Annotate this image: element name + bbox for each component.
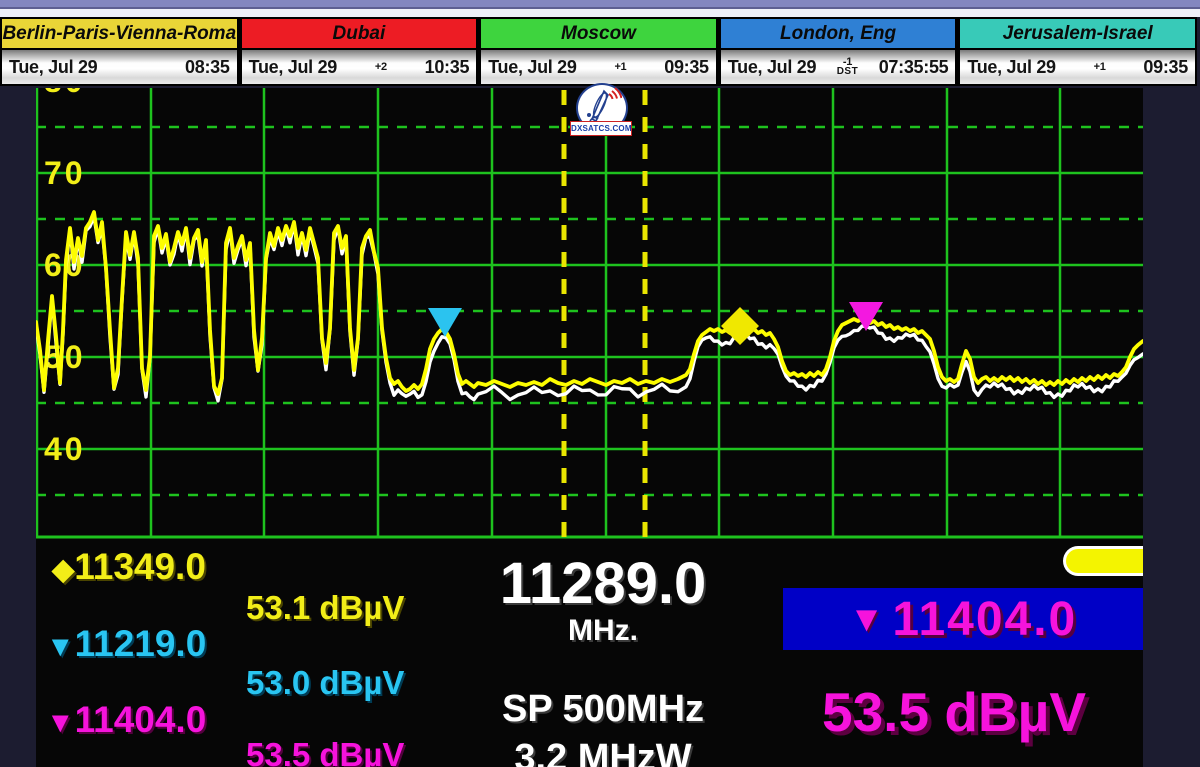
- clock-date-time: Tue, Jul 29 +2 10:35: [242, 50, 477, 84]
- clock-utc-offset: +1: [614, 62, 626, 72]
- clock-date: Tue, Jul 29: [967, 57, 1055, 78]
- marker-freq: 11349.0: [74, 546, 206, 587]
- reference-trace-white: [36, 217, 1143, 401]
- window-top-bar-light: [0, 9, 1200, 17]
- triangle-marker-icon: ▼: [849, 598, 885, 640]
- clock-city-label: Berlin-Paris-Vienna-Roma: [2, 19, 237, 50]
- y-axis-label: 40: [44, 431, 86, 467]
- span-setting: SP 500MHz: [438, 688, 768, 731]
- clock-time: 07:35:55: [879, 57, 949, 78]
- window-top-bar: [0, 0, 1200, 7]
- clock-city-label: Dubai: [242, 19, 477, 50]
- clock-date-time: Tue, Jul 29 +1 09:35: [960, 50, 1195, 84]
- triangle-marker-icon: ▼: [46, 631, 75, 663]
- clock-city-label: Moscow: [481, 19, 716, 50]
- yellow-indicator-pill: [1063, 546, 1143, 576]
- clock-date: Tue, Jul 29: [249, 57, 337, 78]
- marker-readout-yellow: ◆11349.0: [52, 548, 206, 585]
- center-frequency-value: 11289.0: [438, 556, 768, 612]
- clock-date: Tue, Jul 29: [488, 57, 576, 78]
- clock-date-time: Tue, Jul 29 08:35: [2, 50, 237, 84]
- clock-utc-offset: +2: [375, 62, 387, 72]
- dxsatcs-logo-text: DXSATCS.COM: [570, 121, 632, 136]
- clock-panel-dubai: Dubai Tue, Jul 29 +2 10:35: [242, 19, 477, 84]
- marker-freq: 11404.0: [75, 699, 207, 740]
- clock-time: 09:35: [1143, 57, 1188, 78]
- triangle-marker-icon: ▼: [46, 707, 75, 739]
- clock-time: 10:35: [425, 57, 470, 78]
- center-frequency-unit: MHz.: [438, 614, 768, 648]
- spectrum-display: 8070605040 ◆11349.0 53.1 dBµV ▼11219.0 5…: [36, 88, 1143, 767]
- spectrum-plot: 8070605040: [36, 88, 1143, 543]
- active-marker-level: 53.5 dBµV: [822, 680, 1086, 744]
- clock-date: Tue, Jul 29: [9, 57, 97, 78]
- clock-city-label: London, Eng: [721, 19, 956, 50]
- clock-panel-moscow: Moscow Tue, Jul 29 +1 09:35: [481, 19, 716, 84]
- marker-readout-magenta: ▼11404.0: [46, 701, 206, 738]
- clock-utc-offset: -1DST: [837, 57, 859, 77]
- bandwidth-setting: 3.2 MHzW: [438, 737, 768, 767]
- clock-panel-berlin: Berlin-Paris-Vienna-Roma Tue, Jul 29 08:…: [2, 19, 237, 84]
- analyzer-screen: { "clocks": [ {"city":"Berlin-Paris-Vien…: [0, 0, 1200, 767]
- clock-date-time: Tue, Jul 29 -1DST 07:35:55: [721, 50, 956, 84]
- clock-panel-london: London, Eng Tue, Jul 29 -1DST 07:35:55: [721, 19, 956, 84]
- y-axis-label: 80: [44, 88, 86, 99]
- clock-city-label: Jerusalem-Israel: [960, 19, 1195, 50]
- world-clock-bar: Berlin-Paris-Vienna-Roma Tue, Jul 29 08:…: [0, 17, 1197, 86]
- diamond-marker-icon: ◆: [52, 554, 74, 586]
- marker-level-cyan: 53.0 dBµV: [246, 666, 404, 699]
- y-axis-label: 50: [44, 339, 86, 375]
- clock-time: 08:35: [185, 57, 230, 78]
- marker-readout-cyan: ▼11219.0: [46, 625, 206, 662]
- center-frequency-block: 11289.0 MHz. SP 500MHz 3.2 MHzW: [438, 556, 768, 767]
- trace-marker-triangle-cyan: [428, 308, 462, 337]
- y-axis-label: 70: [44, 155, 86, 191]
- active-marker-box: ▼ 11404.0: [783, 588, 1143, 650]
- marker-level-magenta: 53.5 dBµV: [246, 738, 404, 767]
- clock-date: Tue, Jul 29: [728, 57, 816, 78]
- clock-date-time: Tue, Jul 29 +1 09:35: [481, 50, 716, 84]
- dxsatcs-logo: DXSATCS.COM: [570, 83, 632, 141]
- clock-panel-jerusalem: Jerusalem-Israel Tue, Jul 29 +1 09:35: [960, 19, 1195, 84]
- marker-freq: 11219.0: [75, 623, 207, 664]
- live-trace-yellow: [36, 212, 1143, 394]
- clock-time: 09:35: [664, 57, 709, 78]
- active-marker-frequency: 11404.0: [892, 592, 1077, 647]
- clock-utc-offset: +1: [1094, 62, 1106, 72]
- marker-level-yellow: 53.1 dBµV: [246, 591, 404, 624]
